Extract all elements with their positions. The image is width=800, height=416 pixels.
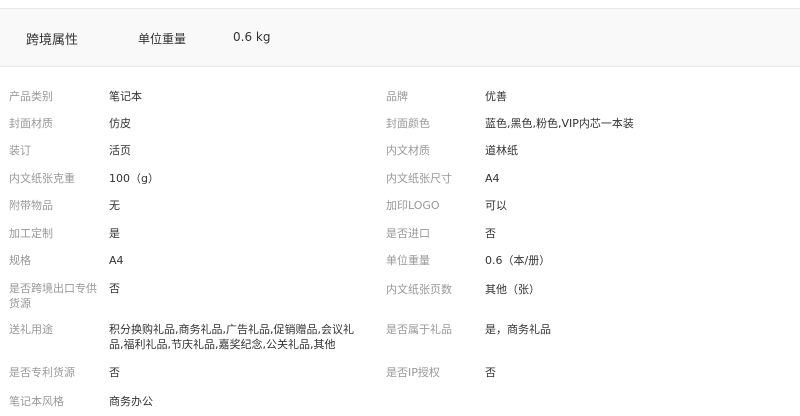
attr-value-imported: 否 [485, 227, 496, 240]
attr-value-paper-weight: 100（g） [109, 172, 159, 185]
attr-name-inner-material: 内文材质 [386, 144, 430, 157]
attr-value-unit-weight: 0.6（本/册） [485, 254, 551, 267]
unit-weight-label: 单位重量 [138, 32, 187, 46]
attr-name-page-count: 内文纸张页数 [386, 283, 452, 296]
attr-value-page-count: 其他（张） [485, 283, 540, 296]
attr-name-cross-border-export: 是否跨境出口专供货源 [9, 282, 97, 310]
attr-value-binding: 活页 [109, 144, 131, 157]
attr-name-paper-size: 内文纸张尺寸 [386, 172, 452, 185]
attr-value-notebook-style: 商务办公 [109, 395, 153, 408]
attr-value-accessories: 无 [109, 199, 120, 212]
attr-name-notebook-style: 笔记本风格 [9, 395, 64, 408]
attr-name-patent-source: 是否专利货源 [9, 366, 75, 379]
attr-name-is-gift: 是否属于礼品 [386, 323, 452, 336]
attr-value-paper-size: A4 [485, 172, 500, 185]
unit-weight-value: 0.6 kg [233, 30, 271, 44]
attr-name-logo-printing: 加印LOGO [386, 199, 440, 212]
attr-name-ip-license: 是否IP授权 [386, 366, 440, 379]
attr-name-specification: 规格 [9, 254, 31, 267]
attr-name-gift-purpose: 送礼用途 [9, 323, 53, 336]
attr-value-inner-material: 道林纸 [485, 144, 518, 157]
attr-name-paper-weight: 内文纸张克重 [9, 172, 75, 185]
attr-value-specification: A4 [109, 254, 124, 267]
attr-name-unit-weight: 单位重量 [386, 254, 430, 267]
attr-name-imported: 是否进口 [386, 227, 430, 240]
attr-value-product-category: 笔记本 [109, 90, 142, 103]
attr-value-brand: 优善 [485, 90, 507, 103]
attr-value-cover-material: 仿皮 [109, 117, 131, 130]
attr-name-cover-color: 封面颜色 [386, 117, 430, 130]
attr-value-ip-license: 否 [485, 366, 496, 379]
attr-name-accessories: 附带物品 [9, 199, 53, 212]
attr-value-customization: 是 [109, 227, 120, 240]
attr-name-product-category: 产品类别 [9, 90, 53, 103]
attr-name-cover-material: 封面材质 [9, 117, 53, 130]
attr-name-customization: 加工定制 [9, 227, 53, 240]
attr-name-brand: 品牌 [386, 90, 408, 103]
attr-value-logo-printing: 可以 [485, 199, 507, 212]
attr-value-cross-border-export: 否 [109, 282, 120, 295]
attr-value-is-gift: 是，商务礼品 [485, 323, 551, 336]
cross-border-section: 跨境属性 单位重量 0.6 kg [0, 9, 800, 67]
attr-value-patent-source: 否 [109, 366, 120, 379]
cross-border-title: 跨境属性 [26, 33, 79, 48]
attr-value-gift-purpose: 积分换购礼品,商务礼品,广告礼品,促销赠品,会议礼品,福利礼品,节庆礼品,嘉奖纪… [109, 323, 354, 351]
attr-name-binding: 装订 [9, 144, 31, 157]
attr-value-cover-color: 蓝色,黑色,粉色,VIP内芯一本装 [485, 117, 634, 130]
